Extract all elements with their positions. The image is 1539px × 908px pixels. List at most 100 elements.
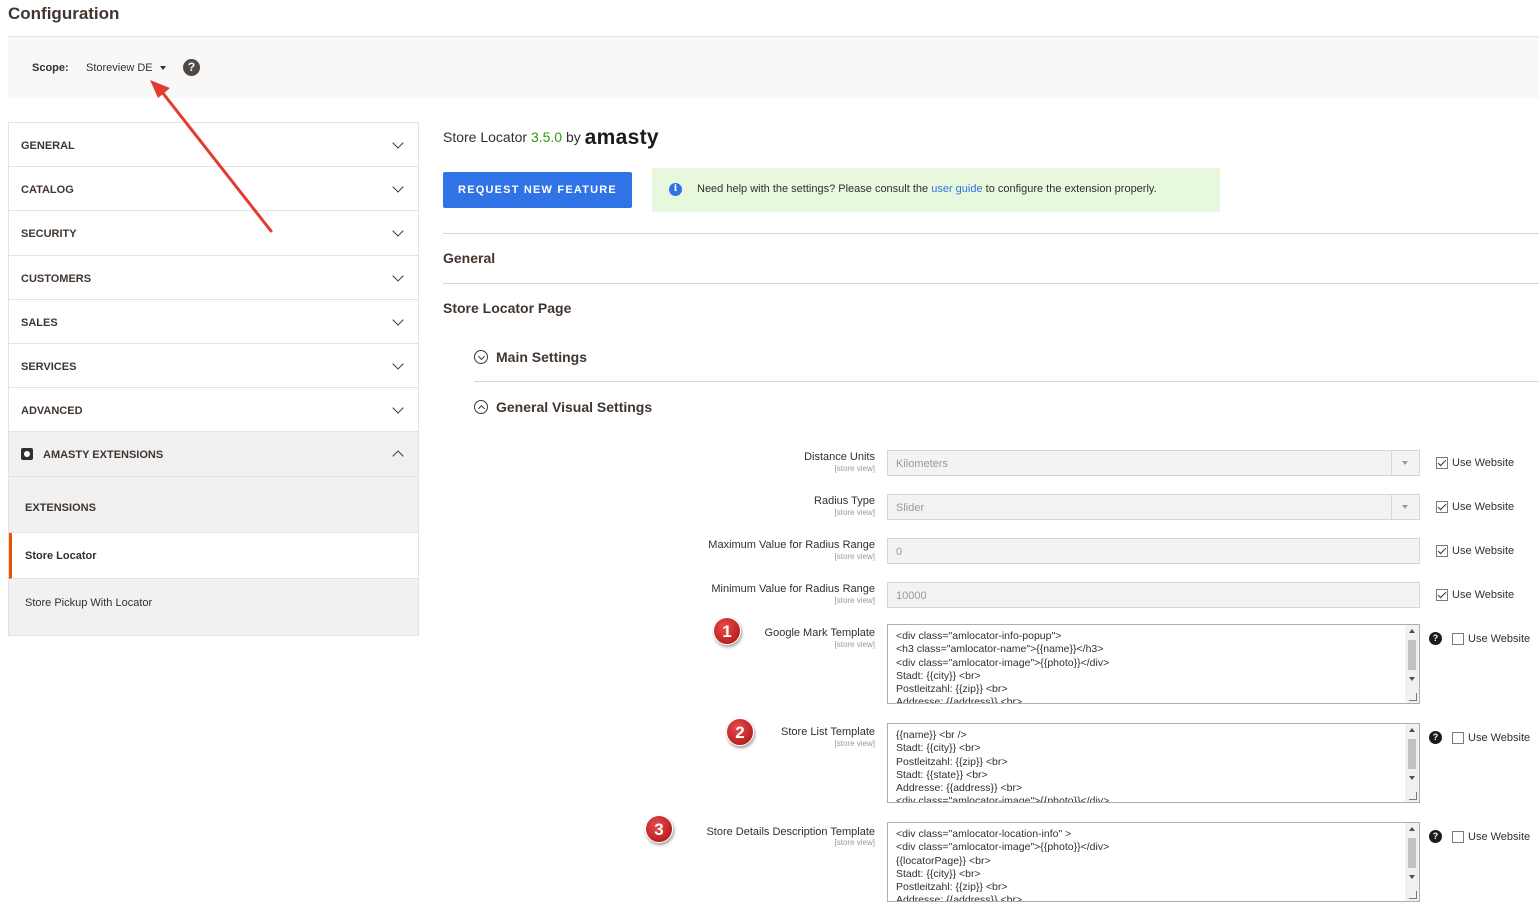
sidebar-item-sales[interactable]: SALES bbox=[9, 299, 418, 344]
field-label-store-list: Store List Template bbox=[781, 726, 875, 738]
divider bbox=[474, 381, 1539, 382]
use-website-checkbox[interactable] bbox=[1436, 501, 1448, 513]
scroll-down-icon bbox=[1409, 776, 1415, 780]
chevron-down-icon bbox=[392, 402, 404, 414]
section-store-locator-page[interactable]: Store Locator Page bbox=[443, 300, 571, 316]
input-value: 0 bbox=[896, 546, 903, 558]
max-radius-input[interactable]: 0 bbox=[887, 538, 1420, 564]
use-website-label: Use Website bbox=[1468, 732, 1531, 744]
user-guide-link[interactable]: user guide bbox=[931, 183, 982, 195]
group-main-settings[interactable]: Main Settings bbox=[474, 349, 587, 365]
sidebar-item-store-locator[interactable]: Store Locator bbox=[9, 532, 418, 579]
use-website-label: Use Website bbox=[1452, 457, 1515, 469]
sidebar-item-label: Store Locator bbox=[25, 549, 97, 562]
group-label: General Visual Settings bbox=[496, 399, 653, 415]
extension-name: Store Locator bbox=[443, 129, 528, 145]
group-general-visual-settings[interactable]: General Visual Settings bbox=[474, 399, 652, 415]
sidebar-item-label: CUSTOMERS bbox=[21, 272, 92, 285]
request-new-feature-button[interactable]: REQUEST NEW FEATURE bbox=[443, 172, 632, 208]
select-value: Slider bbox=[896, 502, 925, 514]
scroll-thumb[interactable] bbox=[1408, 739, 1416, 769]
sidebar-item-advanced[interactable]: ADVANCED bbox=[9, 388, 418, 433]
sidebar-item-catalog[interactable]: CATALOG bbox=[9, 167, 418, 212]
use-website-checkbox[interactable] bbox=[1436, 589, 1448, 601]
use-website-label: Use Website bbox=[1452, 501, 1515, 513]
section-general[interactable]: General bbox=[443, 250, 495, 266]
field-label-distance-units: Distance Units bbox=[804, 451, 875, 463]
sidebar-item-general[interactable]: GENERAL bbox=[9, 123, 418, 168]
google-mark-template-textarea[interactable]: <div class="amlocator-info-popup"> <h3 c… bbox=[887, 624, 1420, 704]
store-details-template-textarea[interactable]: <div class="amlocator-location-info" > <… bbox=[887, 822, 1420, 902]
use-website-checkbox[interactable] bbox=[1452, 732, 1464, 744]
radius-type-select[interactable]: Slider bbox=[887, 494, 1420, 520]
field-scope: [store view] bbox=[834, 739, 875, 748]
sidebar-subgroup-extensions[interactable]: EXTENSIONS bbox=[9, 476, 418, 533]
chevron-down-icon bbox=[392, 314, 404, 326]
textarea-scrollbar[interactable] bbox=[1405, 823, 1419, 901]
use-website-checkbox[interactable] bbox=[1452, 831, 1464, 843]
scroll-thumb[interactable] bbox=[1408, 838, 1416, 868]
use-website-checkbox[interactable] bbox=[1436, 545, 1448, 557]
field-label-min-radius: Minimum Value for Radius Range bbox=[711, 583, 875, 595]
page-title: Configuration bbox=[8, 4, 120, 23]
sidebar-item-store-pickup[interactable]: Store Pickup With Locator bbox=[9, 578, 418, 635]
sidebar-item-label: SECURITY bbox=[21, 228, 77, 241]
extension-by: by bbox=[565, 129, 581, 145]
use-website-checkbox[interactable] bbox=[1436, 457, 1448, 469]
select-value: Kilometers bbox=[896, 458, 948, 470]
distance-units-select[interactable]: Kilometers bbox=[887, 450, 1420, 476]
sidebar-item-security[interactable]: SECURITY bbox=[9, 211, 418, 256]
sidebar-item-label: CATALOG bbox=[21, 184, 74, 197]
info-icon: i bbox=[669, 183, 682, 196]
input-value: 10000 bbox=[896, 590, 927, 602]
select-arrow-icon bbox=[1391, 495, 1419, 519]
help-icon[interactable]: ? bbox=[1429, 731, 1442, 744]
sidebar-item-label: GENERAL bbox=[21, 140, 75, 152]
chevron-down-icon bbox=[392, 358, 404, 370]
sidebar-item-label: ADVANCED bbox=[21, 405, 83, 418]
field-scope: [store view] bbox=[834, 464, 875, 473]
chevron-down-icon bbox=[392, 269, 404, 282]
resize-grip-icon[interactable] bbox=[1409, 693, 1417, 701]
scope-value: Storeview DE bbox=[86, 62, 153, 74]
select-arrow-icon bbox=[1391, 451, 1419, 475]
extension-title: Store Locator 3.5.0 by amasty bbox=[443, 126, 659, 150]
help-icon[interactable]: ? bbox=[1429, 830, 1442, 843]
extension-version: 3.5.0 bbox=[530, 129, 563, 145]
help-icon[interactable]: ? bbox=[183, 59, 200, 76]
scope-switcher[interactable]: Storeview DE bbox=[86, 62, 166, 74]
min-radius-input[interactable]: 10000 bbox=[887, 582, 1420, 608]
resize-grip-icon[interactable] bbox=[1409, 792, 1417, 800]
sidebar-item-label: Store Pickup With Locator bbox=[25, 596, 153, 609]
chevron-down-icon bbox=[392, 137, 404, 149]
help-icon[interactable]: ? bbox=[1429, 632, 1442, 645]
scroll-thumb[interactable] bbox=[1408, 640, 1416, 670]
resize-grip-icon[interactable] bbox=[1409, 891, 1417, 899]
divider bbox=[443, 233, 1539, 234]
use-website-label: Use Website bbox=[1468, 633, 1531, 645]
expand-toggle-icon bbox=[474, 400, 488, 414]
textarea-scrollbar[interactable] bbox=[1405, 724, 1419, 802]
scroll-up-icon bbox=[1409, 827, 1415, 831]
chevron-down-icon bbox=[392, 181, 404, 193]
store-list-template-textarea[interactable]: {{name}} <br /> Stadt: {{city}} <br> Pos… bbox=[887, 723, 1420, 803]
textarea-content: {{name}} <br /> Stadt: {{city}} <br> Pos… bbox=[896, 729, 1110, 803]
field-label-max-radius: Maximum Value for Radius Range bbox=[708, 539, 875, 551]
group-label: Main Settings bbox=[496, 349, 588, 365]
sidebar-item-amasty-extensions[interactable]: AMASTY EXTENSIONS bbox=[9, 432, 418, 477]
sidebar-item-services[interactable]: SERVICES bbox=[9, 343, 418, 389]
sidebar-item-label: SALES bbox=[21, 316, 58, 329]
textarea-scrollbar[interactable] bbox=[1405, 625, 1419, 703]
field-scope: [store view] bbox=[834, 552, 875, 561]
config-sidebar: GENERAL CATALOG SECURITY CUSTOMERS SALES… bbox=[8, 122, 419, 636]
chevron-down-icon bbox=[392, 225, 404, 238]
scope-label: Scope: bbox=[32, 62, 69, 74]
use-website-label: Use Website bbox=[1452, 545, 1515, 557]
field-scope: [store view] bbox=[834, 508, 875, 517]
use-website-checkbox[interactable] bbox=[1452, 633, 1464, 645]
use-website-label: Use Website bbox=[1468, 831, 1531, 843]
sidebar-item-customers[interactable]: CUSTOMERS bbox=[9, 255, 418, 300]
field-label-radius-type: Radius Type bbox=[814, 495, 875, 507]
field-scope: [store view] bbox=[834, 640, 875, 649]
sidebar-item-label: SERVICES bbox=[21, 360, 77, 373]
